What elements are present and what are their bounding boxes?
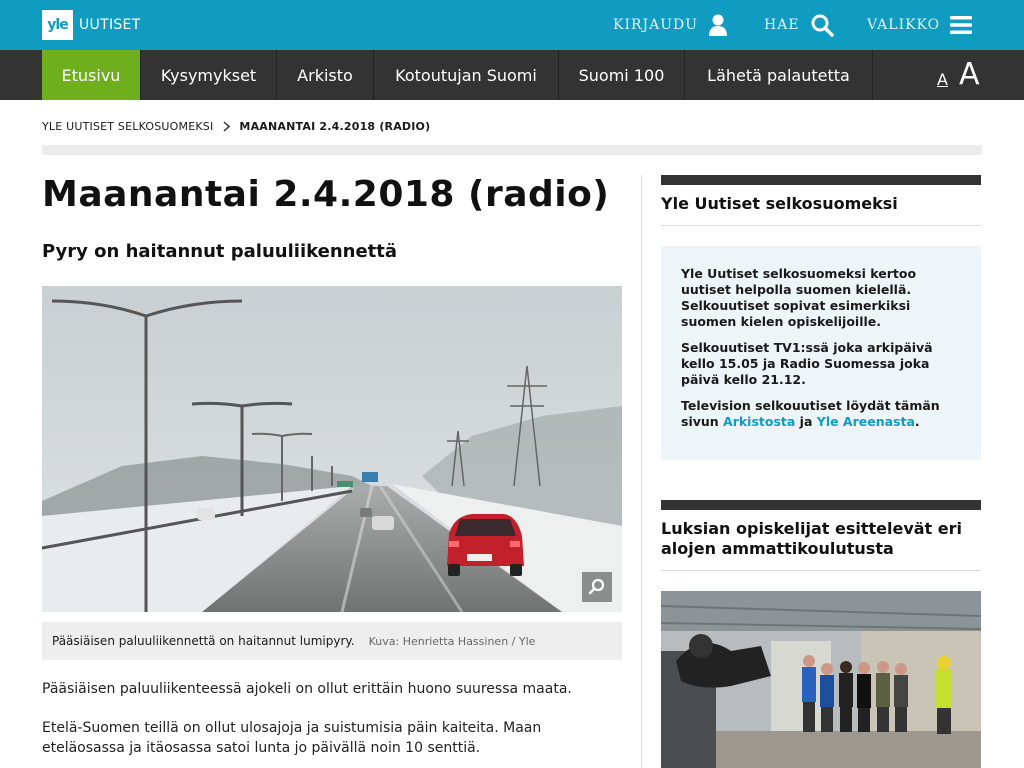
nav-item-etusivu[interactable]: Etusivu <box>42 50 141 100</box>
info-text: ja <box>795 414 817 429</box>
breadcrumb: YLE UUTISET SELKOSUOMEKSI MAANANTAI 2.4.… <box>42 120 430 133</box>
info-text: . <box>914 414 920 429</box>
article-paragraph: Pääsiäisen paluuliikenteessä ajokeli on … <box>42 681 572 697</box>
login-label: KIRJAUDU <box>613 17 699 33</box>
article-subtitle: Pyry on haitannut paluuliikennettä <box>42 241 398 262</box>
top-header: yle UUTISET KIRJAUDU HAE VALIKKO <box>0 0 1024 50</box>
column-divider <box>641 175 642 768</box>
font-size-small-button[interactable]: A <box>937 70 948 89</box>
chevron-right-icon <box>223 121 231 132</box>
logo-text: UUTISET <box>79 17 141 33</box>
nav-item-arkisto[interactable]: Arkisto <box>277 50 374 100</box>
photo-credit: Kuva: Henrietta Hassinen / Yle <box>368 634 536 648</box>
search-icon <box>811 14 834 37</box>
menu-button[interactable]: VALIKKO <box>867 0 973 50</box>
info-paragraph: Yle Uutiset selkosuomeksi kertoo uutiset… <box>681 266 917 329</box>
font-size-large-button[interactable]: A <box>959 57 980 92</box>
snowy-road-photo <box>42 286 622 612</box>
zoom-button[interactable] <box>582 572 612 602</box>
sidebar-story-title[interactable]: Luksian opiskelijat esittelevät eri aloj… <box>661 519 981 559</box>
breadcrumb-current: MAANANTAI 2.4.2018 (RADIO) <box>239 120 431 133</box>
nav-item-kysymykset[interactable]: Kysymykset <box>141 50 277 100</box>
magnifier-icon <box>588 578 605 595</box>
article-image[interactable] <box>42 286 622 612</box>
search-button[interactable]: HAE <box>764 0 834 50</box>
caption-text: Pääsiäisen paluuliikennettä on haitannut… <box>52 634 355 648</box>
sidebar-story-bar <box>661 500 981 510</box>
yle-logo-mark: yle <box>42 10 73 40</box>
info-box: Yle Uutiset selkosuomeksi kertoo uutiset… <box>661 246 981 460</box>
hamburger-icon <box>950 16 973 34</box>
sidebar-top-bar <box>661 175 981 185</box>
info-paragraph: Selkouutiset TV1:ssä joka arkipäivä kell… <box>681 340 933 387</box>
article-title: Maanantai 2.4.2018 (radio) <box>42 174 610 215</box>
breadcrumb-root-link[interactable]: YLE UUTISET SELKOSUOMEKSI <box>42 120 213 133</box>
sidebar-divider <box>661 225 981 226</box>
divider-bar <box>42 145 982 155</box>
workshop-photo <box>661 591 981 768</box>
nav-item-suomi-100[interactable]: Suomi 100 <box>559 50 685 100</box>
arkisto-link[interactable]: Arkistosta <box>723 414 795 429</box>
nav-item-kotoutujan-suomi[interactable]: Kotoutujan Suomi <box>374 50 559 100</box>
nav-item-laheta-palautetta[interactable]: Lähetä palautetta <box>685 50 873 100</box>
article-paragraph: Etelä-Suomen teillä on ollut ulosajoja j… <box>42 720 542 756</box>
menu-label: VALIKKO <box>867 17 941 33</box>
info-paragraph: Television selkouutiset löydät tämän siv… <box>681 398 961 430</box>
user-icon <box>709 14 728 36</box>
yle-uutiset-logo[interactable]: yle UUTISET <box>42 10 141 40</box>
sidebar-story-image[interactable] <box>661 591 981 768</box>
image-caption: Pääsiäisen paluuliikennettä on haitannut… <box>42 622 622 660</box>
search-label: HAE <box>764 17 800 33</box>
login-button[interactable]: KIRJAUDU <box>613 0 728 50</box>
main-nav: Etusivu Kysymykset Arkisto Kotoutujan Su… <box>0 50 1024 100</box>
sidebar-divider <box>661 570 981 571</box>
yle-areena-link[interactable]: Yle Areenasta <box>817 414 915 429</box>
sidebar-box-title: Yle Uutiset selkosuomeksi <box>661 194 898 213</box>
